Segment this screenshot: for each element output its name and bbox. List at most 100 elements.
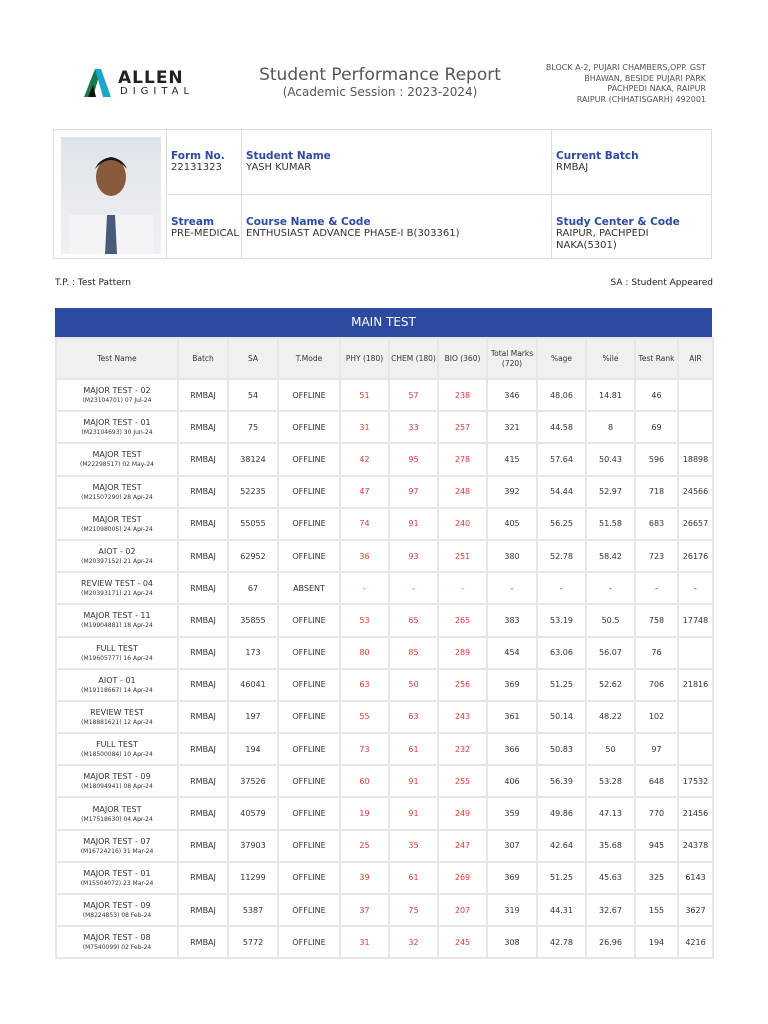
cell-total-marks: 369	[486, 860, 538, 896]
cell-batch: RMBAJ	[177, 925, 229, 960]
cell-phy: 19	[339, 796, 390, 831]
stream-field: Stream PRE-MEDICAL	[171, 216, 239, 240]
cell-test-rank: 683	[634, 506, 679, 541]
cell-chem: 97	[388, 474, 439, 509]
cell-bio: 240	[437, 506, 488, 541]
cell-bio: 247	[437, 828, 488, 863]
test-name: AIOT - 02	[98, 547, 136, 557]
test-code-date: (M21507290) 28 Apr-24	[81, 493, 153, 501]
cell-total-marks: 380	[486, 538, 538, 574]
cell-total-marks: 392	[486, 474, 538, 509]
cell-total-marks: 369	[486, 667, 538, 702]
cell-phy: 36	[339, 538, 390, 574]
cell-bio: 251	[437, 538, 488, 574]
cell--age: 44.31	[536, 892, 587, 928]
cell-chem: 91	[388, 764, 439, 799]
cell-batch: RMBAJ	[177, 474, 229, 509]
student-name-field: Student Name YASH KUMAR	[246, 150, 331, 174]
address-line: BLOCK A-2, PUJARI CHAMBERS,OPP. GST	[545, 63, 706, 72]
cell-test-rank: 758	[634, 603, 679, 638]
cell-phy: 37	[339, 892, 390, 928]
cell-test-rank: 155	[634, 892, 679, 928]
cell-total-marks: 383	[486, 603, 538, 638]
table-row: FULL TEST (M18500084) 10 Apr-24 RMBAJ 194 OF…	[55, 732, 714, 767]
cell--age: 63.06	[536, 635, 587, 670]
cell-bio: 248	[437, 474, 488, 509]
cell-total-marks: 346	[486, 377, 538, 413]
table-row: MAJOR TEST - 11 (M19904881) 18 Apr-24 RMBA…	[55, 603, 714, 638]
cell--age: 48.06	[536, 377, 587, 413]
cell--ile: 51.58	[585, 506, 636, 541]
stream-value: PRE-MEDICAL	[171, 228, 239, 239]
cell--ile: 48.22	[585, 699, 636, 735]
cell-phy: 53	[339, 603, 390, 638]
table-row: REVIEW TEST (M18881621) 12 Apr-24 RMBAJ 197…	[55, 699, 714, 735]
table-row: REVIEW TEST - 04 (M20393171) 21 Apr-24 RMB…	[55, 571, 714, 606]
student-name-value: YASH KUMAR	[246, 162, 312, 173]
cell-sa: 37526	[227, 764, 279, 799]
course-field: Course Name & Code ENTHUSIAST ADVANCE PHA…	[246, 216, 460, 240]
cell-sa: 173	[227, 635, 279, 670]
cell-t-mode: OFFLINE	[277, 764, 341, 799]
cell-sa: 67	[227, 571, 279, 606]
cell-batch: RMBAJ	[177, 377, 229, 413]
cell-test-rank: 706	[634, 667, 679, 702]
test-name: MAJOR TEST - 02	[83, 386, 151, 396]
test-code-date: (M15504072) 23 Mar-24	[80, 879, 154, 887]
table-row: AIOT - 02 (M20397152) 21 Apr-24 RMBAJ 62952…	[55, 538, 714, 574]
cell--ile: 35.68	[585, 828, 636, 863]
cell--ile: 53.28	[585, 764, 636, 799]
cell-total-marks: 307	[486, 828, 538, 863]
address-line: PACHPEDI NAKA, RAIPUR	[607, 84, 706, 93]
cell-t-mode: OFFLINE	[277, 603, 341, 638]
cell-chem: 33	[388, 410, 439, 445]
cell-phy: 31	[339, 410, 390, 445]
cell-t-mode: OFFLINE	[277, 667, 341, 702]
cell-t-mode: OFFLINE	[277, 538, 341, 574]
cell-chem: 95	[388, 442, 439, 477]
cell-total-marks: 361	[486, 699, 538, 735]
cell--ile: 32.67	[585, 892, 636, 928]
test-name-cell: MAJOR TEST (M21507290) 28 Apr-24	[55, 474, 179, 509]
cell-phy: 74	[339, 506, 390, 541]
test-name-cell: REVIEW TEST (M18881621) 12 Apr-24	[55, 699, 179, 735]
cell-air: 24566	[677, 474, 714, 509]
cell-chem: 91	[388, 506, 439, 541]
cell--ile: 45.63	[585, 860, 636, 896]
address-line: BHAWAN, BESIDE PUJARI PARK	[584, 73, 706, 83]
cell-air: 26657	[677, 506, 714, 541]
table-row: MAJOR TEST (M21098005) 24 Apr-24 RMBAJ 5505…	[55, 506, 714, 541]
cell-air: 6143	[677, 860, 714, 896]
test-name-cell: MAJOR TEST - 01 (M23104693) 30 Jun-24	[55, 410, 179, 445]
cell--ile: 14.81	[585, 377, 636, 413]
test-code-date: (M19118667) 14 Apr-24	[81, 686, 153, 694]
cell-air	[677, 410, 714, 445]
test-name: MAJOR TEST - 09	[83, 772, 151, 782]
cell-chem: 57	[388, 377, 439, 413]
student-info-card: Form No. 22131323 Student Name YASH KUMAR …	[53, 129, 712, 259]
test-name-cell: MAJOR TEST - 08 (M7540099) 02 Feb-24	[55, 925, 179, 960]
cell--age: 50.83	[536, 732, 587, 767]
cell-sa: 62952	[227, 538, 279, 574]
test-name: REVIEW TEST - 04	[80, 579, 153, 589]
cell-air	[677, 732, 714, 767]
cell--age: -	[536, 571, 587, 606]
cell-sa: 11299	[227, 860, 279, 896]
test-name: MAJOR TEST	[92, 514, 142, 524]
cell--ile: 26.96	[585, 925, 636, 960]
current-batch-label: Current Batch	[556, 150, 639, 162]
cell--ile: 47.13	[585, 796, 636, 831]
cell-test-rank: 69	[634, 410, 679, 445]
cell-test-rank: -	[634, 571, 679, 606]
cell-air: 26176	[677, 538, 714, 574]
test-name-cell: FULL TEST (M19605777) 16 Apr-24	[55, 635, 179, 670]
test-name: MAJOR TEST	[92, 804, 142, 814]
test-name-cell: AIOT - 02 (M20397152) 21 Apr-24	[55, 538, 179, 574]
cell--ile: 50.43	[585, 442, 636, 477]
test-name-cell: MAJOR TEST - 11 (M19904881) 18 Apr-24	[55, 603, 179, 638]
cell-chem: 63	[388, 699, 439, 735]
column-header: %age	[536, 337, 587, 380]
cell-t-mode: OFFLINE	[277, 860, 341, 896]
cell-air: 21816	[677, 667, 714, 702]
table-row: MAJOR TEST (M22298517) 02 May-24 RMBAJ 3812…	[55, 442, 714, 477]
